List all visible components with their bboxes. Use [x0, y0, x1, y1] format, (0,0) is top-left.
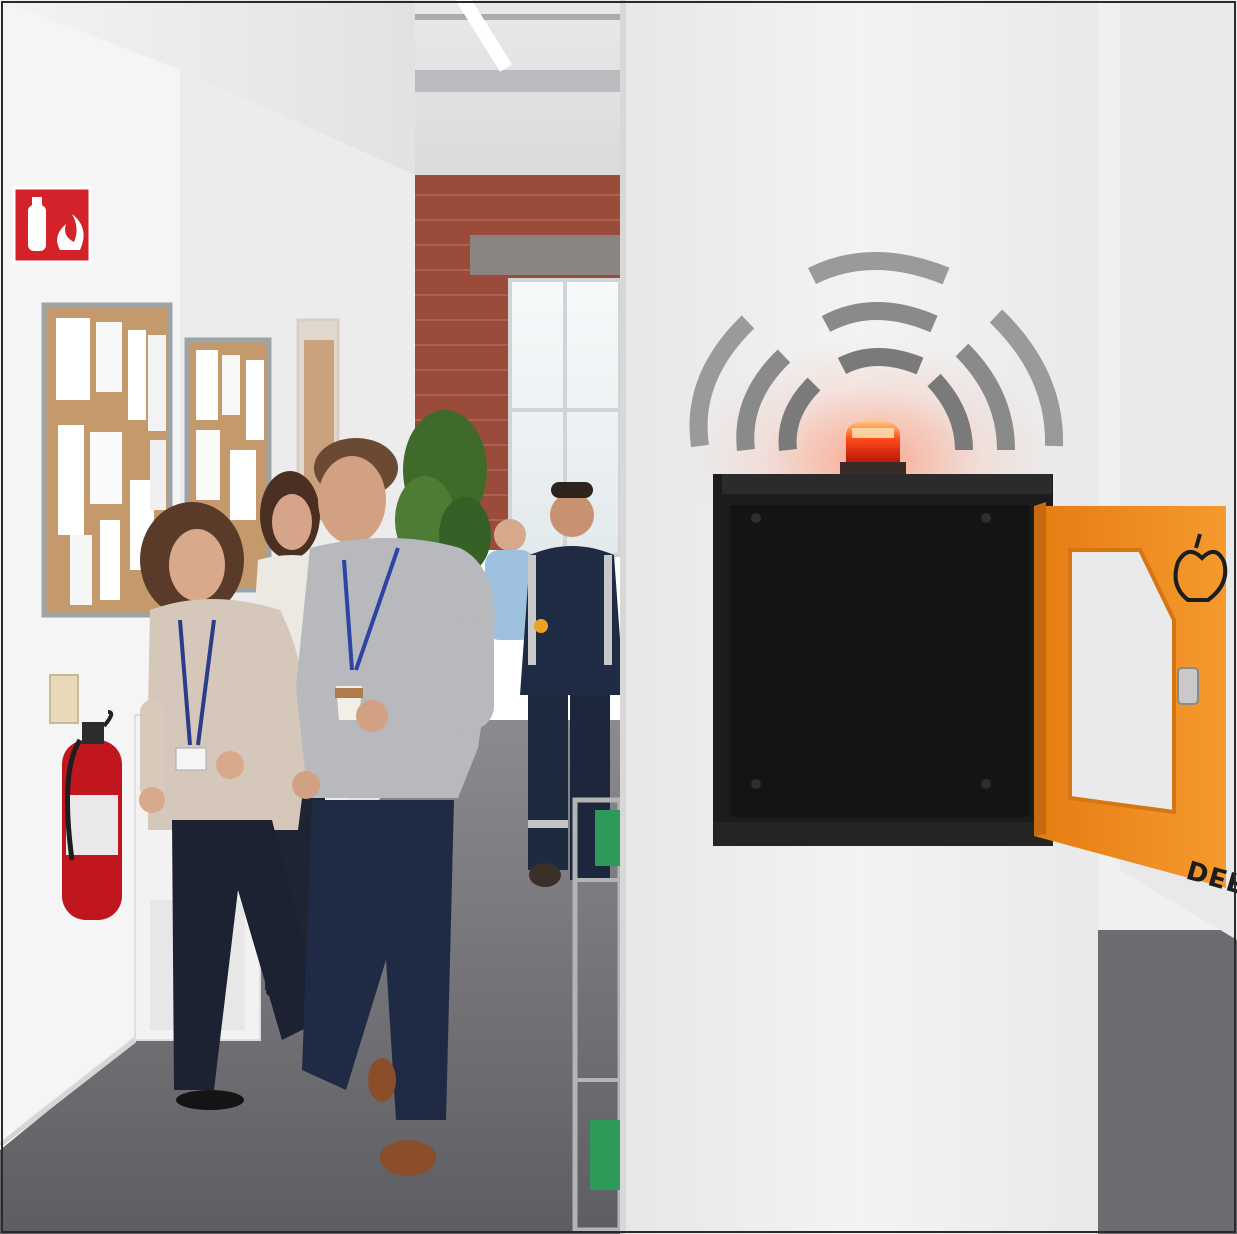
fire-extinguisher-sign-icon [12, 186, 92, 264]
pillar-edge [620, 0, 626, 1234]
warning-beacon-icon [840, 420, 906, 474]
small-wall-sign [49, 674, 79, 724]
concrete-beam [470, 235, 620, 275]
door-latch[interactable] [1177, 667, 1199, 705]
office-emergency-scene: DEFIBRILATOR [0, 0, 1237, 1234]
aed-cabinet [713, 474, 1053, 846]
